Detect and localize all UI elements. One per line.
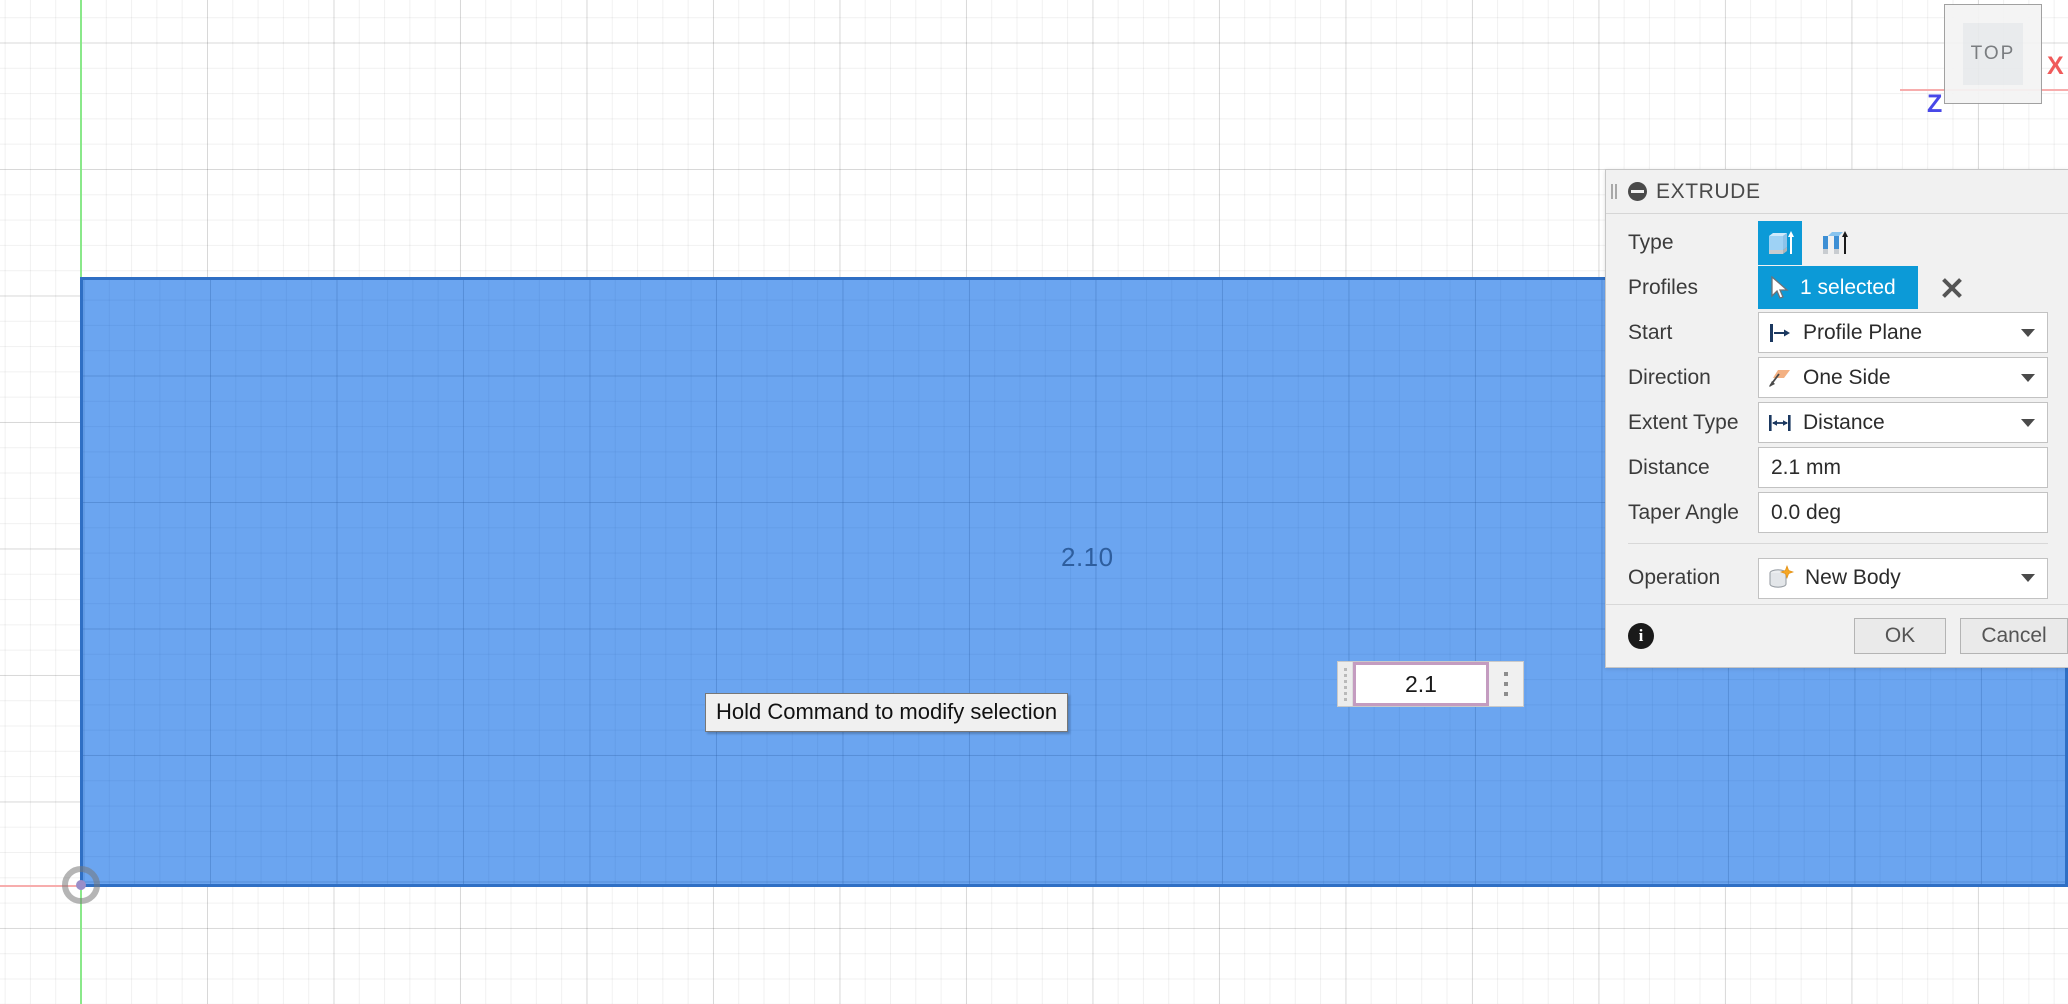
extent-type-value: Distance bbox=[1803, 410, 1885, 434]
row-profiles: Profiles 1 selected bbox=[1606, 265, 2068, 310]
taper-angle-field[interactable] bbox=[1758, 492, 2048, 533]
chevron-down-icon[interactable] bbox=[2021, 373, 2035, 382]
row-control-profiles: 1 selected bbox=[1758, 266, 2048, 309]
extrude-dimension-label: 2.10 bbox=[1061, 542, 1114, 572]
extrude-thin-icon[interactable] bbox=[1812, 221, 1856, 265]
row-label-type: Type bbox=[1628, 230, 1674, 254]
extent-type-dropdown[interactable]: Distance bbox=[1758, 402, 2048, 443]
row-direction: Direction One Side bbox=[1606, 355, 2068, 400]
profiles-selection-chip[interactable]: 1 selected bbox=[1758, 266, 1918, 309]
distance-field[interactable] bbox=[1758, 447, 2048, 488]
row-distance: Distance bbox=[1606, 445, 2068, 490]
row-type: Type bbox=[1606, 220, 2068, 265]
inline-value-editor[interactable] bbox=[1337, 661, 1524, 707]
chevron-down-icon[interactable] bbox=[2021, 418, 2035, 427]
axis-label-z: Z bbox=[1927, 90, 1943, 118]
row-label-distance: Distance bbox=[1628, 455, 1710, 479]
row-extent-type: Extent Type Distance bbox=[1606, 400, 2068, 445]
chevron-down-icon[interactable] bbox=[2021, 328, 2035, 337]
row-label-taper-angle: Taper Angle bbox=[1628, 500, 1739, 524]
start-value: Profile Plane bbox=[1803, 320, 1923, 344]
cancel-button[interactable]: Cancel bbox=[1960, 618, 2068, 654]
one-side-direction-icon bbox=[1767, 366, 1793, 390]
operation-value: New Body bbox=[1805, 566, 1901, 589]
row-control-type bbox=[1758, 220, 2048, 265]
direction-dropdown[interactable]: One Side bbox=[1758, 357, 2048, 398]
origin-point-icon[interactable] bbox=[62, 866, 100, 904]
ok-button[interactable]: OK bbox=[1854, 618, 1946, 654]
inline-distance-input[interactable] bbox=[1356, 665, 1486, 703]
start-dropdown[interactable]: Profile Plane bbox=[1758, 312, 2048, 353]
value-editor-grip-icon[interactable] bbox=[1338, 662, 1353, 706]
extrude-dialog-body: Type Profiles 1 selected Start Profile P… bbox=[1606, 214, 2068, 604]
extrude-dialog-title: EXTRUDE bbox=[1656, 179, 1761, 203]
extrude-dialog-header[interactable]: EXTRUDE bbox=[1606, 170, 2068, 214]
row-label-profiles: Profiles bbox=[1628, 275, 1699, 299]
row-control-start: Profile Plane bbox=[1758, 312, 2048, 353]
profiles-selection-text: 1 selected bbox=[1800, 275, 1896, 299]
axis-label-x: X bbox=[2047, 52, 2064, 80]
row-label-operation: Operation bbox=[1628, 566, 1721, 589]
extrude-dialog-footer: i OK Cancel bbox=[1606, 604, 2068, 667]
new-body-icon bbox=[1767, 565, 1795, 591]
value-editor-more-icon[interactable] bbox=[1489, 662, 1523, 706]
taper-angle-input[interactable] bbox=[1769, 499, 2039, 526]
value-editor-field-wrap bbox=[1353, 662, 1489, 706]
info-icon[interactable]: i bbox=[1628, 623, 1654, 649]
operation-dropdown[interactable]: New Body bbox=[1758, 557, 2048, 599]
direction-value: One Side bbox=[1803, 365, 1891, 389]
row-label-direction: Direction bbox=[1628, 365, 1711, 389]
row-control-extent-type: Distance bbox=[1758, 402, 2048, 443]
profile-plane-icon bbox=[1767, 321, 1793, 345]
clear-selection-icon[interactable] bbox=[1940, 276, 1964, 300]
distance-input[interactable] bbox=[1769, 454, 2039, 481]
row-control-operation: New Body bbox=[1758, 557, 2048, 599]
view-cube[interactable]: TOP bbox=[1944, 4, 2042, 104]
view-cube-label: TOP bbox=[1970, 43, 2016, 64]
row-control-distance bbox=[1758, 447, 2048, 488]
extrude-dialog[interactable]: EXTRUDE Type Profiles 1 selected Start P… bbox=[1605, 169, 2068, 668]
extrude-solid-icon[interactable] bbox=[1758, 220, 1802, 265]
selection-tooltip: Hold Command to modify selection bbox=[705, 693, 1069, 732]
drag-handle-icon[interactable] bbox=[1611, 184, 1617, 199]
row-operation: Operation New Body bbox=[1606, 552, 2068, 604]
section-divider bbox=[1628, 543, 2048, 544]
row-label-extent-type: Extent Type bbox=[1628, 410, 1739, 434]
row-control-direction: One Side bbox=[1758, 357, 2048, 398]
row-control-taper-angle bbox=[1758, 492, 2048, 533]
collapse-icon[interactable] bbox=[1628, 182, 1647, 201]
chevron-down-icon[interactable] bbox=[2021, 574, 2035, 582]
row-start: Start Profile Plane bbox=[1606, 310, 2068, 355]
distance-extent-icon bbox=[1767, 411, 1793, 435]
fusion-app-window: 2.10 Hold Command to modify selection TO… bbox=[0, 0, 2068, 1004]
row-taper-angle: Taper Angle bbox=[1606, 490, 2068, 535]
view-cube-face[interactable]: TOP bbox=[1944, 4, 2042, 104]
cursor-arrow-icon bbox=[1770, 275, 1790, 300]
row-label-start: Start bbox=[1628, 320, 1673, 344]
